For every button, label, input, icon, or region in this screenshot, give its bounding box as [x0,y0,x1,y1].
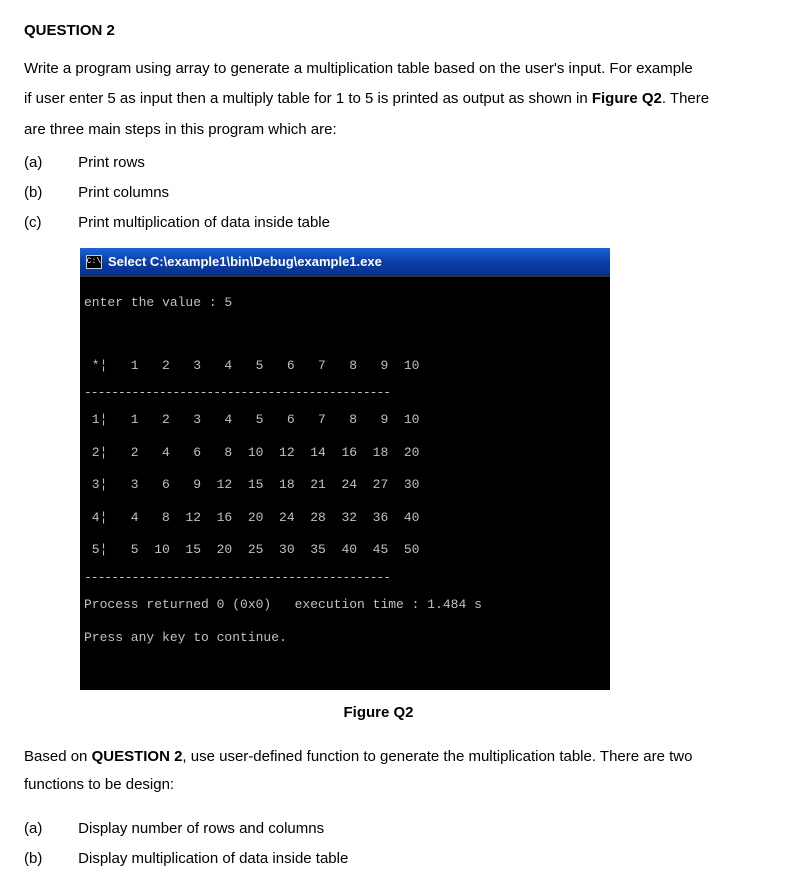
cmd-icon: C:\ [86,255,102,269]
followup-label-b: (b) [24,844,74,874]
step-text-b: Print columns [78,184,169,201]
console-row-5: 5¦ 5 10 15 20 25 30 35 40 45 50 [84,542,606,558]
followup-b: (b) Display multiplication of data insid… [24,844,773,874]
followup-a: (a) Display number of rows and columns [24,814,773,844]
followup-list: (a) Display number of rows and columns (… [24,814,773,874]
console-body: enter the value : 5 *¦ 1 2 3 4 5 6 7 8 9… [80,276,610,691]
console-window: C:\ Select C:\example1\bin\Debug\example… [80,248,610,690]
console-prompt-line: enter the value : 5 [84,295,606,311]
console-row-3: 3¦ 3 6 9 12 15 18 21 24 27 30 [84,477,606,493]
step-a: (a) Print rows [24,148,773,178]
figure-caption: Figure Q2 [0,702,773,725]
followup-label-a: (a) [24,814,74,844]
step-label-a: (a) [24,148,74,178]
question-body: Write a program using array to generate … [24,55,773,145]
followup-text-b: Display multiplication of data inside ta… [78,850,348,867]
step-label-b: (b) [24,178,74,208]
step-c: (c) Print multiplication of data inside … [24,208,773,238]
console-dashes-2: ----------------------------------------… [84,575,606,581]
console-row-2: 2¦ 2 4 6 8 10 12 14 16 18 20 [84,445,606,461]
step-text-a: Print rows [78,154,145,171]
followup-line2: functions to be design: [24,776,174,793]
console-dashes-1: ----------------------------------------… [84,390,606,396]
steps-list: (a) Print rows (b) Print columns (c) Pri… [24,148,773,238]
console-titlebar: C:\ Select C:\example1\bin\Debug\example… [80,248,610,276]
console-row-4: 4¦ 4 8 12 16 20 24 28 32 36 40 [84,510,606,526]
step-b: (b) Print columns [24,178,773,208]
followup-post: , use user-defined function to generate … [182,748,692,765]
step-text-c: Print multiplication of data inside tabl… [78,214,330,231]
console-header-row: *¦ 1 2 3 4 5 6 7 8 9 10 [84,358,606,374]
step-label-c: (c) [24,208,74,238]
followup-para: Based on QUESTION 2, use user-defined fu… [24,743,773,800]
question-para-2: if user enter 5 as input then a multiply… [24,85,773,114]
question-para-2a: if user enter 5 as input then a multiply… [24,90,592,107]
question-para-1: Write a program using array to generate … [24,55,773,84]
console-title-text: Select C:\example1\bin\Debug\example1.ex… [108,252,382,272]
followup-text-a: Display number of rows and columns [78,820,324,837]
question-para-3: are three main steps in this program whi… [24,116,773,145]
console-press-line: Press any key to continue. [84,630,606,646]
question-title: QUESTION 2 [24,20,773,43]
followup-bold: QUESTION 2 [92,748,183,765]
console-blank-1 [84,327,606,341]
followup-section: Based on QUESTION 2, use user-defined fu… [24,743,773,874]
console-row-1: 1¦ 1 2 3 4 5 6 7 8 9 10 [84,412,606,428]
console-process-line: Process returned 0 (0x0) execution time … [84,597,606,613]
figure-ref: Figure Q2 [592,90,662,107]
question-para-2b: . There [662,90,709,107]
followup-pre: Based on [24,748,92,765]
